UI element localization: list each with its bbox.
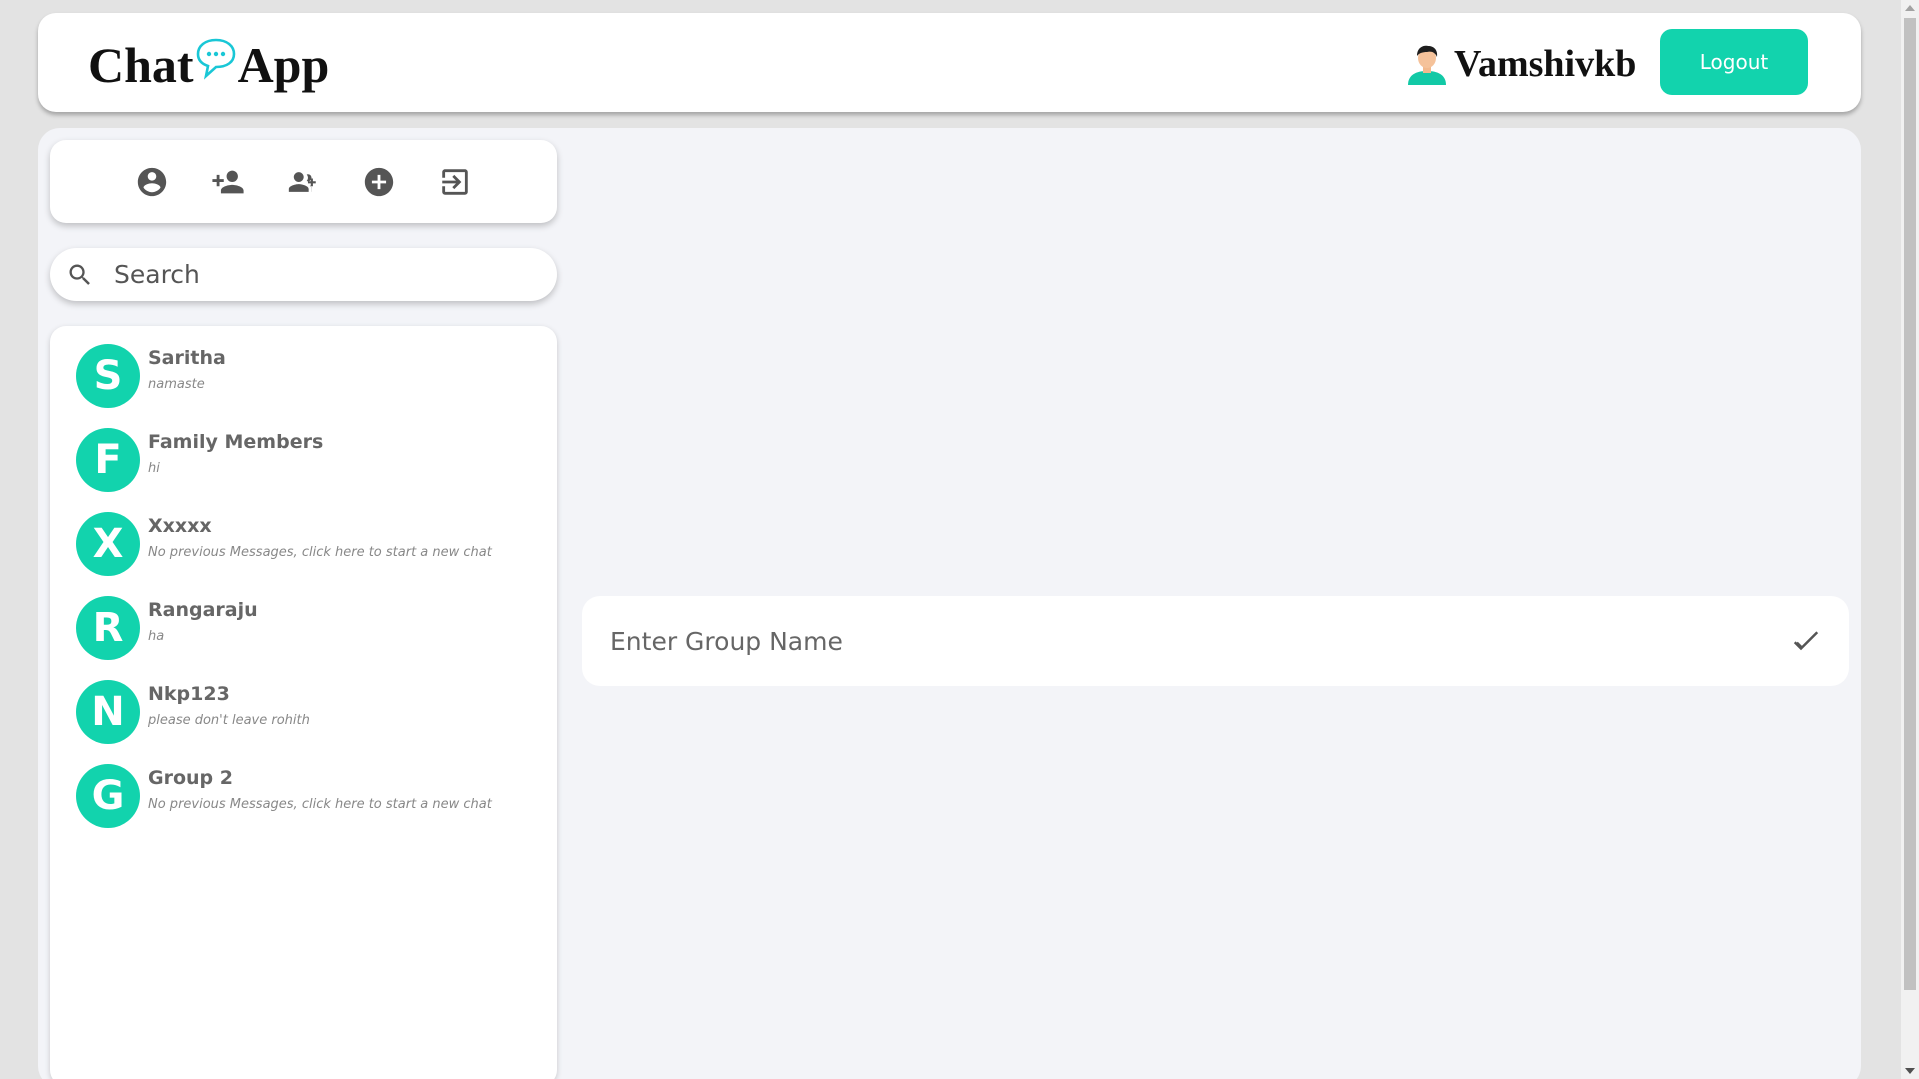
chat-info: Group 2 No previous Messages, click here…	[148, 764, 492, 812]
scroll-up-arrow-icon[interactable]	[1905, 5, 1915, 11]
group-name-input[interactable]	[610, 626, 1760, 656]
add-group-icon[interactable]	[283, 162, 323, 202]
scrollbar-thumb[interactable]	[1904, 18, 1916, 990]
chat-last-message: No previous Messages, click here to star…	[148, 797, 492, 812]
chat-list: S Saritha namaste F Family Members hi X …	[50, 326, 557, 1079]
search-icon	[69, 264, 90, 285]
avatar: X	[76, 512, 140, 576]
chat-info: Nkp123 please don't leave rohith	[148, 680, 310, 728]
chat-name: Xxxxx	[148, 515, 212, 537]
chat-info: Rangaraju ha	[148, 596, 258, 644]
search-bar	[50, 248, 557, 301]
chat-list-item[interactable]: F Family Members hi	[50, 428, 557, 512]
scroll-down-arrow-icon[interactable]	[1905, 1068, 1915, 1074]
chat-list-item[interactable]: R Rangaraju ha	[50, 596, 557, 680]
current-user: Vamshivkb	[1404, 41, 1636, 87]
check-icon[interactable]	[1791, 626, 1821, 656]
chat-name: Group 2	[148, 767, 233, 789]
chat-name: Nkp123	[148, 683, 230, 705]
app-header: Chat App Vamshivkb Logout	[38, 13, 1861, 112]
avatar: N	[76, 680, 140, 744]
add-circle-icon[interactable]	[359, 162, 399, 202]
profile-icon[interactable]	[132, 162, 172, 202]
chat-last-message: namaste	[148, 377, 205, 392]
user-avatar-icon	[1408, 45, 1446, 85]
search-input[interactable]	[114, 260, 514, 289]
chat-list-item[interactable]: S Saritha namaste	[50, 344, 557, 428]
app-logo: Chat App	[88, 35, 329, 95]
exit-icon[interactable]	[435, 162, 475, 202]
chat-name: Saritha	[148, 347, 226, 369]
avatar: R	[76, 596, 140, 660]
chat-last-message: hi	[148, 461, 160, 476]
add-person-icon[interactable]	[208, 162, 248, 202]
chat-last-message: please don't leave rohith	[148, 713, 310, 728]
chat-list-item[interactable]: G Group 2 No previous Messages, click he…	[50, 764, 557, 848]
chat-bubble-icon	[196, 38, 235, 80]
chat-name: Rangaraju	[148, 599, 258, 621]
chat-last-message: No previous Messages, click here to star…	[148, 545, 492, 560]
chat-name: Family Members	[148, 431, 324, 453]
username: Vamshivkb	[1454, 43, 1637, 85]
chat-info: Xxxxx No previous Messages, click here t…	[148, 512, 492, 560]
chat-last-message: ha	[148, 629, 165, 644]
avatar: F	[76, 428, 140, 492]
avatar: G	[76, 764, 140, 828]
chat-info: Saritha namaste	[148, 344, 226, 392]
chat-list-item[interactable]: N Nkp123 please don't leave rohith	[50, 680, 557, 764]
logo-text-left: Chat	[88, 37, 194, 93]
avatar: S	[76, 344, 140, 408]
sidebar-toolbar	[50, 140, 557, 223]
page-scrollbar[interactable]	[1901, 0, 1919, 1079]
chat-list-item[interactable]: X Xxxxx No previous Messages, click here…	[50, 512, 557, 596]
chat-info: Family Members hi	[148, 428, 323, 476]
logout-button[interactable]: Logout	[1660, 29, 1808, 95]
group-name-form	[582, 596, 1849, 686]
logo-text-right: App	[237, 37, 330, 93]
